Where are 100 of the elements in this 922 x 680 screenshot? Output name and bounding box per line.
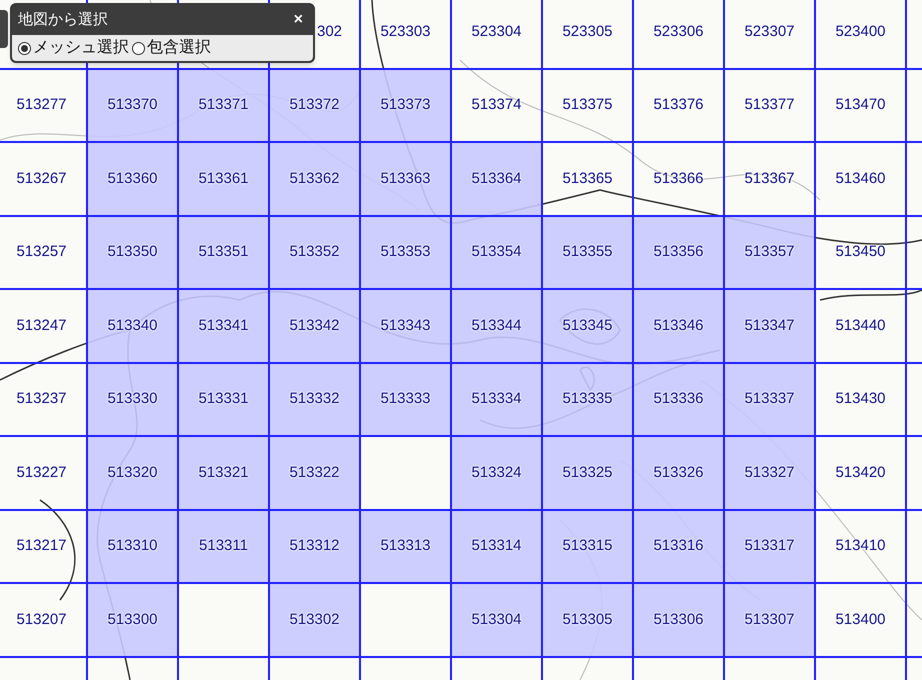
mesh-code: 513337 <box>744 389 795 409</box>
grid-cell[interactable]: 513351 <box>179 216 270 290</box>
grid-cell[interactable]: 513350 <box>88 216 179 290</box>
grid-cell[interactable]: 513331 <box>179 364 270 437</box>
mesh-code: 513373 <box>380 95 431 115</box>
mesh-code: 513326 <box>653 462 704 482</box>
grid-cell[interactable]: 513310 <box>88 510 179 584</box>
grid-cell[interactable]: 513356 <box>634 216 725 290</box>
grid-cell[interactable]: 513347 <box>725 290 816 364</box>
mesh-code: 523303 <box>380 22 431 42</box>
radio-option[interactable]: 包含選択 <box>132 36 211 60</box>
mesh-code: 302 <box>317 22 342 42</box>
grid-cell[interactable]: 513343 <box>361 290 452 364</box>
grid-cell[interactable]: 513321 <box>179 437 270 510</box>
grid-cell[interactable]: 513305 <box>543 584 634 658</box>
grid-cell[interactable]: 513360 <box>88 143 179 216</box>
grid-cell[interactable]: 513346 <box>634 290 725 364</box>
grid-cell[interactable]: 513326 <box>634 437 725 510</box>
grid-cell[interactable]: 513302 <box>270 584 361 658</box>
mesh-code: 513351 <box>198 242 249 262</box>
grid-cell[interactable]: 513340 <box>88 290 179 364</box>
mesh-code: 513341 <box>198 316 249 336</box>
grid-cell[interactable]: 513420 <box>816 437 907 510</box>
grid-cell[interactable]: 513313 <box>361 510 452 584</box>
grid-cell[interactable]: 513336 <box>634 364 725 437</box>
grid-cell[interactable]: 513341 <box>179 290 270 364</box>
grid-cell[interactable]: 513324 <box>452 437 543 510</box>
mesh-code: 513277 <box>16 95 67 115</box>
grid-cell[interactable]: 513317 <box>725 510 816 584</box>
radio-option[interactable]: メッシュ選択 <box>18 36 129 60</box>
grid-cell[interactable]: 513362 <box>270 143 361 216</box>
grid-cell[interactable]: 513333 <box>361 364 452 437</box>
grid-cell[interactable]: 513337 <box>725 364 816 437</box>
grid-cell[interactable]: 513304 <box>452 584 543 658</box>
grid-cell[interactable]: 513307 <box>725 584 816 658</box>
grid-cell[interactable]: 513322 <box>270 437 361 510</box>
grid-cell[interactable]: 513320 <box>88 437 179 510</box>
grid-cell[interactable]: 513334 <box>452 364 543 437</box>
mesh-code: 513371 <box>198 95 249 115</box>
mesh-code: 513346 <box>653 316 704 336</box>
grid-cell[interactable]: 513354 <box>452 216 543 290</box>
grid-cell[interactable]: 513342 <box>270 290 361 364</box>
mesh-code: 513360 <box>107 168 158 188</box>
close-button[interactable]: × <box>290 12 307 28</box>
grid-cell[interactable]: 513373 <box>361 70 452 143</box>
mesh-code: 523305 <box>562 22 613 42</box>
grid-cell[interactable]: 513375 <box>543 70 634 143</box>
grid-cell[interactable]: 513377 <box>725 70 816 143</box>
grid-cell[interactable]: 513315 <box>543 510 634 584</box>
mesh-code: 513377 <box>744 95 795 115</box>
grid-cell[interactable]: 513330 <box>88 364 179 437</box>
grid-cell[interactable]: 513410 <box>816 510 907 584</box>
mesh-code: 513340 <box>107 316 158 336</box>
grid-cell[interactable]: 513440 <box>816 290 907 364</box>
mesh-code: 513327 <box>744 462 795 482</box>
grid-cell[interactable]: 513311 <box>179 510 270 584</box>
grid-cell[interactable]: 513363 <box>361 143 452 216</box>
mesh-code: 513343 <box>380 316 431 336</box>
grid-cell[interactable]: 513314 <box>452 510 543 584</box>
mesh-code: 513316 <box>653 536 704 556</box>
grid-cell[interactable]: 513332 <box>270 364 361 437</box>
mesh-code: 513350 <box>107 242 158 262</box>
grid-cell[interactable]: 513357 <box>725 216 816 290</box>
grid-cell[interactable]: 513372 <box>270 70 361 143</box>
grid-cell[interactable]: 513370 <box>88 70 179 143</box>
mesh-code: 513312 <box>289 536 340 556</box>
grid-cell[interactable]: 513327 <box>725 437 816 510</box>
mesh-code: 513375 <box>562 95 613 115</box>
grid-cell[interactable]: 523400 <box>816 0 907 70</box>
grid-cell[interactable]: 513316 <box>634 510 725 584</box>
grid-cell[interactable]: 513400 <box>816 584 907 658</box>
mesh-code: 513344 <box>471 316 522 336</box>
mesh-code: 513366 <box>653 168 704 188</box>
grid-cell[interactable]: 513430 <box>816 364 907 437</box>
grid-cell[interactable]: 513371 <box>179 70 270 143</box>
grid-cell[interactable]: 523306 <box>634 0 725 70</box>
grid-cell[interactable]: 513300 <box>88 584 179 658</box>
grid-cell[interactable]: 513355 <box>543 216 634 290</box>
grid-cell[interactable]: 523305 <box>543 0 634 70</box>
grid-cell[interactable]: 513345 <box>543 290 634 364</box>
mesh-code: 513304 <box>471 610 522 630</box>
grid-cell[interactable]: 513335 <box>543 364 634 437</box>
grid-cell[interactable]: 513361 <box>179 143 270 216</box>
mesh-code: 513345 <box>562 316 613 336</box>
mesh-code: 513357 <box>744 242 795 262</box>
grid-cell[interactable]: 513352 <box>270 216 361 290</box>
grid-cell[interactable]: 513306 <box>634 584 725 658</box>
grid-cell[interactable]: 513364 <box>452 143 543 216</box>
grid-cell[interactable]: 513376 <box>634 70 725 143</box>
grid-cell[interactable]: 513312 <box>270 510 361 584</box>
grid-cell[interactable]: 523307 <box>725 0 816 70</box>
grid-cell[interactable]: 513460 <box>816 143 907 216</box>
grid-cell[interactable]: 513325 <box>543 437 634 510</box>
grid-cell[interactable]: 513470 <box>816 70 907 143</box>
grid-cell[interactable]: 523304 <box>452 0 543 70</box>
mesh-code: 513320 <box>107 462 158 482</box>
grid-cell[interactable]: 513450 <box>816 216 907 290</box>
grid-cell[interactable]: 513344 <box>452 290 543 364</box>
grid-cell[interactable]: 513353 <box>361 216 452 290</box>
mesh-code: 513356 <box>653 242 704 262</box>
